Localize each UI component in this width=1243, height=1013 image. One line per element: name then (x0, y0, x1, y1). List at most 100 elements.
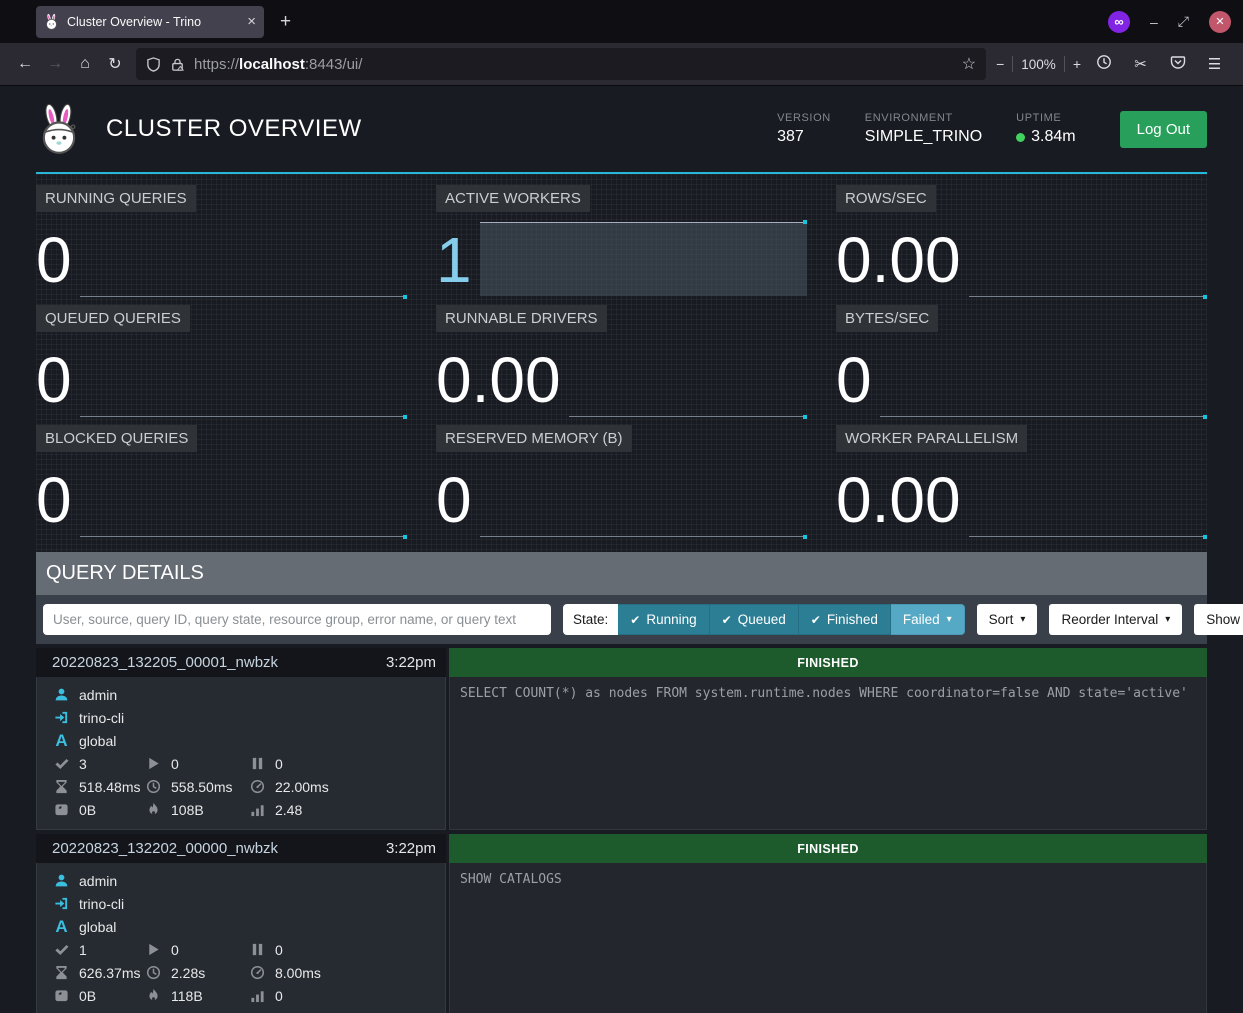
user-icon (53, 872, 70, 889)
page-title: CLUSTER OVERVIEW (106, 115, 362, 143)
app-header: CLUSTER OVERVIEW VERSION 387 ENVIRONMENT… (36, 86, 1207, 174)
divider (1064, 56, 1065, 72)
stat-value: 0 (836, 344, 880, 416)
query-id-link[interactable]: 20220823_132202_00000_nwbzk (52, 840, 278, 857)
completed-splits: 1 (79, 942, 87, 958)
uptime-block: UPTIME 3.84m (1016, 112, 1075, 146)
stat-label: RESERVED MEMORY (B) (436, 425, 632, 452)
history-clock-icon[interactable] (1085, 54, 1122, 74)
url-path: :8443/ui/ (305, 56, 363, 73)
resource-group-icon: A (53, 917, 70, 937)
container-extension-icon[interactable]: ∞ (1108, 11, 1130, 33)
sign-in-icon (53, 709, 70, 726)
query-info-panel: admin trino-cli Aglobal 1 0 0 626.37ms 2… (36, 863, 446, 1013)
query-time: 3:22pm (386, 840, 436, 857)
version-block: VERSION 387 (777, 112, 831, 146)
divider (1012, 56, 1013, 72)
window-titlebar: Cluster Overview - Trino × + ∞ – ⤢ ✕ (0, 0, 1243, 43)
screenshot-scissors-icon[interactable]: ✂ (1122, 55, 1159, 73)
check-icon: ✔ (630, 613, 640, 627)
forward-icon[interactable]: → (40, 55, 70, 73)
filter-queued-button[interactable]: ✔Queued (710, 604, 799, 635)
version-value: 387 (777, 128, 831, 146)
completed-splits: 3 (79, 756, 87, 772)
stat-card-rows-sec: ROWS/SEC 0.00 (836, 185, 1207, 296)
trino-bunny-logo (36, 103, 82, 155)
show-dropdown[interactable]: Show▾ (1194, 604, 1243, 635)
reorder-interval-dropdown[interactable]: Reorder Interval▾ (1049, 604, 1182, 635)
stat-label: ROWS/SEC (836, 185, 936, 212)
query-resource-group: global (79, 733, 116, 749)
close-button[interactable]: ✕ (1209, 11, 1231, 33)
query-details-title: QUERY DETAILS (36, 552, 1207, 595)
query-source: trino-cli (79, 710, 124, 726)
sparkline (480, 222, 807, 296)
sparkline (569, 342, 807, 417)
sort-dropdown[interactable]: Sort▾ (977, 604, 1038, 635)
query-user: admin (79, 687, 117, 703)
parallelism: 2.48 (275, 802, 302, 818)
play-icon (145, 941, 162, 958)
stat-card-active-workers: ACTIVE WORKERS 1 (436, 185, 807, 296)
shield-icon[interactable] (146, 57, 161, 72)
menu-hamburger-icon[interactable]: ☰ (1196, 55, 1233, 73)
query-id-link[interactable]: 20220823_132205_00001_nwbzk (52, 654, 278, 671)
url-text[interactable]: https://localhost:8443/ui/ (194, 56, 954, 73)
query-resource-group: global (79, 919, 116, 935)
cluster-hud: RUNNING QUERIES 0 ACTIVE WORKERS 1 ROWS/… (36, 174, 1207, 552)
browser-tab[interactable]: Cluster Overview - Trino × (36, 6, 264, 38)
uptime-status-dot (1016, 133, 1025, 142)
check-icon (53, 941, 70, 958)
sparkline (480, 462, 807, 537)
running-splits: 0 (171, 756, 179, 772)
sparkline (969, 462, 1207, 537)
filter-running-button[interactable]: ✔Running (618, 604, 709, 635)
filter-finished-button[interactable]: ✔Finished (799, 604, 891, 635)
query-search-input[interactable] (43, 604, 551, 635)
query-details-section: QUERY DETAILS State: ✔Running ✔Queued ✔F… (36, 552, 1207, 1013)
uptime-label: UPTIME (1016, 112, 1075, 124)
resource-group-icon: A (53, 731, 70, 751)
sparkline (80, 342, 407, 417)
stat-card-queued-queries: QUEUED QUERIES 0 (36, 305, 407, 416)
parallelism: 0 (275, 988, 283, 1004)
hourglass-icon (53, 778, 70, 795)
wall-time: 518.48ms (79, 779, 140, 795)
zoom-out-icon[interactable]: − (996, 56, 1004, 72)
lock-warning-icon[interactable] (170, 57, 185, 72)
query-id-cell: 20220823_132202_00000_nwbzk 3:22pm (36, 834, 446, 863)
query-row: 20220823_132202_00000_nwbzk 3:22pm FINIS… (36, 834, 1207, 1013)
environment-value: SIMPLE_TRINO (865, 128, 982, 146)
browser-navbar: ← → ⌂ ↻ https://localhost:8443/ui/ ☆ − 1… (0, 43, 1243, 86)
home-icon[interactable]: ⌂ (70, 55, 100, 73)
zoom-in-icon[interactable]: + (1073, 56, 1081, 72)
sparkline (880, 342, 1207, 417)
pocket-icon[interactable] (1159, 54, 1196, 74)
url-bar[interactable]: https://localhost:8443/ui/ ☆ (136, 48, 986, 80)
minimize-button[interactable]: – (1150, 14, 1158, 30)
execution-time: 8.00ms (275, 965, 321, 981)
running-splits: 0 (171, 942, 179, 958)
play-icon (145, 755, 162, 772)
back-icon[interactable]: ← (10, 55, 40, 73)
reload-icon[interactable]: ↻ (100, 54, 130, 74)
bookmark-star-icon[interactable]: ☆ (962, 54, 976, 74)
active-workers-link[interactable]: 1 (436, 224, 480, 296)
stat-card-runnable-drivers: RUNNABLE DRIVERS 0.00 (436, 305, 807, 416)
stat-value: 0.00 (836, 464, 969, 536)
execution-time: 22.00ms (275, 779, 329, 795)
gauge-icon (249, 778, 266, 795)
logout-button[interactable]: Log Out (1120, 111, 1207, 148)
maximize-button[interactable]: ⤢ (1178, 13, 1189, 30)
query-filter-toolbar: State: ✔Running ✔Queued ✔Finished Failed… (36, 595, 1207, 644)
zoom-level[interactable]: 100% (1021, 57, 1056, 72)
tab-close-icon[interactable]: × (247, 13, 256, 30)
new-tab-button[interactable]: + (280, 11, 291, 33)
check-icon (53, 755, 70, 772)
query-source: trino-cli (79, 896, 124, 912)
stat-value: 0 (436, 464, 480, 536)
scale-icon (53, 987, 70, 1004)
equalizer-icon (249, 801, 266, 818)
filter-failed-dropdown[interactable]: Failed▾ (891, 604, 965, 635)
fire-icon (145, 801, 162, 818)
